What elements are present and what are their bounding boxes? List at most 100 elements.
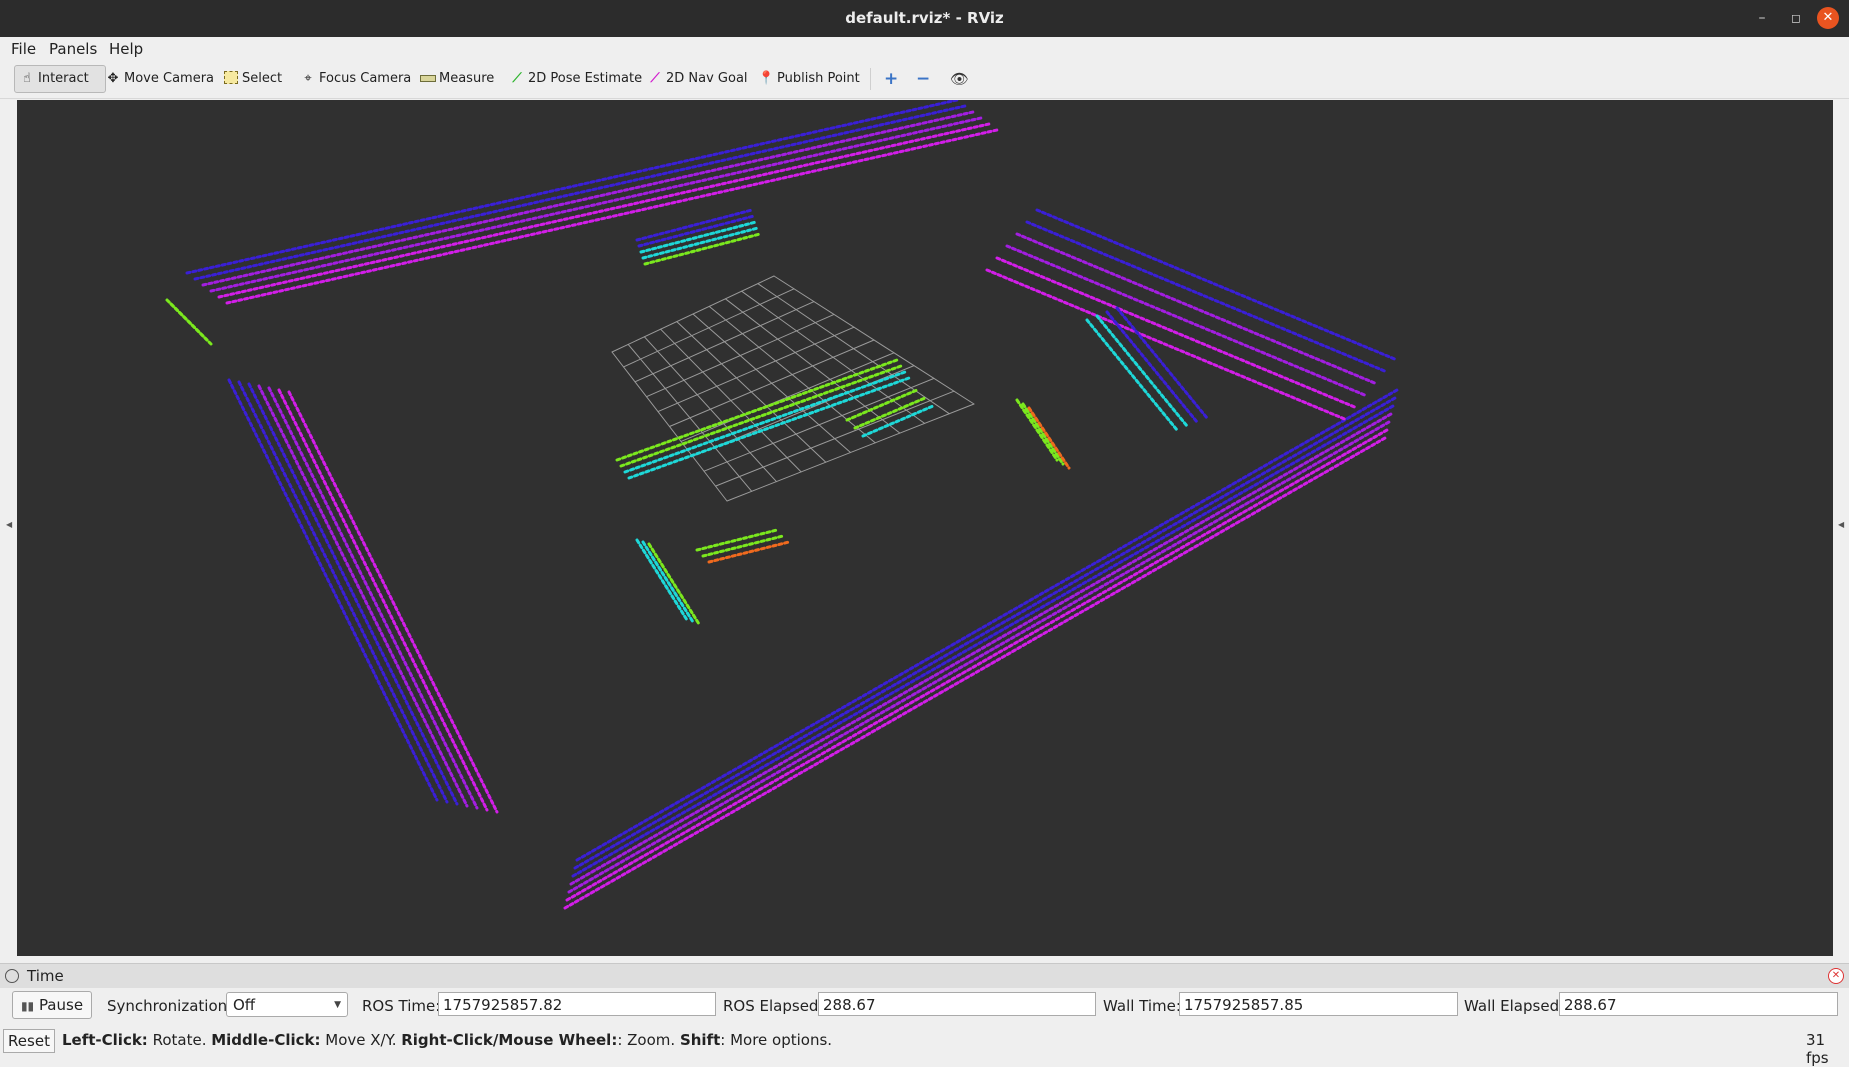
nav-goal-label: 2D Nav Goal — [666, 71, 748, 86]
measure-tool-button[interactable]: Measure — [416, 66, 498, 92]
ros-time-field[interactable]: 1757925857.82 — [438, 992, 716, 1016]
scan-wall-right — [1025, 220, 1389, 374]
menu-panels[interactable]: Panels — [49, 40, 97, 58]
scan-object — [641, 540, 695, 624]
minus-icon: − — [916, 69, 931, 89]
menu-help-label: Help — [109, 40, 144, 58]
ros-elapsed-field[interactable]: 288.67 — [818, 992, 1096, 1016]
menu-file[interactable]: File — [11, 40, 36, 58]
publish-point-tool-button[interactable]: 📍 Publish Point — [754, 66, 864, 92]
scan-wall-bottom — [563, 436, 1387, 910]
right-dock-collapse-handle[interactable]: ◀ — [1838, 520, 1844, 529]
scan-wall-left — [247, 382, 459, 806]
title-bar: default.rviz* - RViz – ◻ ✕ — [0, 0, 1849, 37]
synchronization-select[interactable]: Off ▼ — [226, 992, 348, 1017]
maximize-button[interactable]: ◻ — [1784, 6, 1808, 30]
select-label: Select — [242, 71, 283, 86]
wall-elapsed-field[interactable]: 288.67 — [1559, 992, 1838, 1016]
scan-wall-right — [1005, 244, 1369, 398]
add-tool-button[interactable]: + — [880, 66, 902, 92]
scan-object — [635, 538, 689, 622]
reset-button[interactable]: Reset — [3, 1029, 55, 1053]
scan-wall-bottom — [569, 412, 1393, 886]
hint-left-key: Left-Click: — [62, 1031, 148, 1049]
pose-estimate-tool-button[interactable]: ⟋ 2D Pose Estimate — [505, 66, 646, 92]
scan-object — [1115, 306, 1209, 420]
green-arrow-icon: ⟋ — [512, 71, 522, 86]
move-arrows-icon: ✥ — [107, 71, 119, 86]
hint-right: : Zoom. — [617, 1031, 680, 1049]
interact-tool-button[interactable]: ☝ Interact — [14, 65, 106, 93]
move-camera-label: Move Camera — [124, 71, 215, 86]
select-tool-button[interactable]: Select — [219, 66, 286, 92]
wall-time-field[interactable]: 1757925857.85 — [1179, 992, 1458, 1016]
interact-label: Interact — [38, 71, 89, 86]
scan-wall-bottom — [565, 428, 1389, 902]
focus-camera-label: Focus Camera — [319, 71, 412, 86]
scan-wall-left — [227, 378, 439, 802]
sync-value: Off — [233, 996, 256, 1014]
focus-camera-tool-button[interactable]: ⌖ Focus Camera — [296, 66, 415, 92]
scan-wall-left — [257, 384, 469, 808]
pose-estimate-label: 2D Pose Estimate — [528, 71, 643, 86]
time-panel-title: Time — [27, 967, 64, 985]
scan-object — [1085, 318, 1179, 432]
close-panel-icon[interactable]: ✕ — [1828, 968, 1844, 984]
selection-box-icon — [223, 71, 239, 87]
menu-bar: File Panels Help — [0, 37, 1849, 60]
scan-wall-right — [1035, 208, 1399, 362]
grid-line — [703, 377, 935, 472]
hint-shift-key: Shift — [679, 1031, 721, 1049]
scan-wall-left — [277, 388, 489, 812]
scan-wall-left — [267, 386, 479, 810]
scan-wall-top — [193, 104, 967, 281]
scan-object — [1015, 398, 1059, 462]
menu-help[interactable]: Help — [109, 40, 143, 58]
chevron-down-icon: ▼ — [334, 1000, 341, 1010]
scan-wall-bottom — [573, 396, 1397, 870]
point-cloud-scene — [165, 100, 1399, 910]
move-camera-tool-button[interactable]: ✥ Move Camera — [101, 66, 218, 92]
minimize-button[interactable]: – — [1750, 6, 1774, 30]
tool-bar: ☝ Interact ✥ Move Camera Select ⌖ Focus … — [0, 60, 1849, 99]
scan-wall-top — [225, 128, 999, 305]
plus-icon: + — [884, 69, 899, 89]
hint-shift: : More options. — [720, 1031, 833, 1049]
status-bar: Reset Left-Click: Rotate. Middle-Click: … — [0, 1024, 1849, 1067]
scan-object — [647, 542, 701, 626]
grid-line — [708, 305, 876, 444]
close-button[interactable]: ✕ — [1817, 7, 1839, 29]
left-dock-collapse-handle[interactable]: ◀ — [6, 520, 12, 529]
nav-goal-tool-button[interactable]: ⟋ 2D Nav Goal — [643, 66, 752, 92]
pause-button[interactable]: ▮▮ Pause — [12, 991, 92, 1019]
magenta-arrow-icon: ⟋ — [650, 71, 660, 86]
ruler-icon — [420, 71, 436, 87]
hint-mid-key: Middle-Click: — [211, 1031, 321, 1049]
scan-object — [1027, 406, 1071, 470]
menu-file-label: File — [11, 40, 37, 58]
measure-label: Measure — [439, 71, 495, 86]
scan-wall-right — [995, 256, 1359, 410]
view-options-button[interactable]: 👁 — [946, 66, 973, 92]
ros-elapsed-label: ROS Elapsed: — [723, 997, 824, 1015]
scan-object — [637, 214, 756, 248]
eye-icon: 👁 — [950, 70, 970, 88]
map-pin-icon: 📍 — [758, 71, 775, 86]
window-title: default.rviz* - RViz — [845, 9, 1004, 27]
grid-line — [757, 283, 950, 415]
pause-label: Pause — [38, 996, 84, 1014]
remove-tool-button[interactable]: − — [912, 66, 934, 92]
hint-left: Rotate. — [147, 1031, 212, 1049]
hint-mid: Move X/Y. — [320, 1031, 402, 1049]
scan-wall-right — [1015, 232, 1379, 386]
scan-wall-right — [985, 268, 1349, 422]
scan-wall-left — [237, 380, 449, 804]
wall-elapsed-label: Wall Elapsed: — [1464, 997, 1565, 1015]
crosshair-icon: ⌖ — [304, 71, 312, 86]
scan-wall-bottom — [571, 404, 1395, 878]
scan-wall-left — [287, 390, 499, 814]
hint-right-key: Right-Click/Mouse Wheel: — [401, 1031, 618, 1049]
render-3d-viewport[interactable] — [17, 100, 1833, 956]
scan-wall-bottom — [567, 420, 1391, 894]
menu-panels-label: Panels — [49, 40, 98, 58]
